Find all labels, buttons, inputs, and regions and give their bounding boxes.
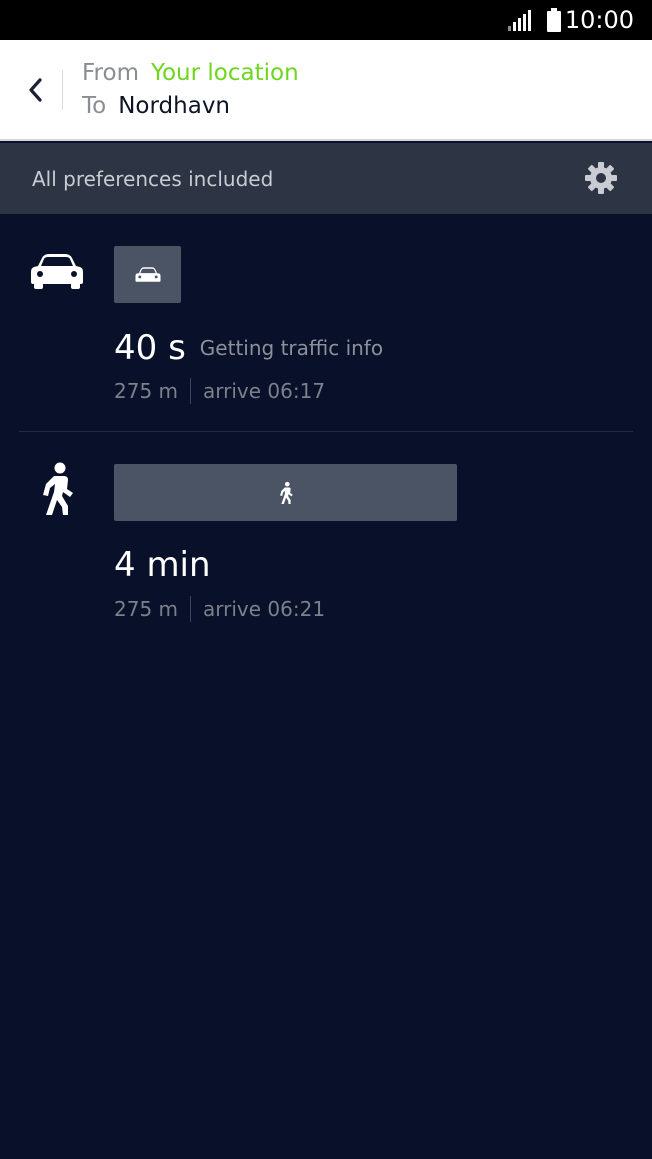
meta-divider	[190, 378, 192, 404]
walk-arrival: arrive 06:21	[203, 597, 326, 621]
back-button[interactable]	[18, 70, 54, 110]
car-duration-value: 40 s	[114, 328, 186, 368]
signal-icon	[508, 10, 531, 31]
walking-person-icon	[43, 462, 73, 515]
route-car[interactable]: 40 s Getting traffic info 275 m arrive 06…	[0, 214, 652, 431]
route-walk[interactable]: 4 min 275 m arrive 06:21	[0, 432, 652, 652]
walk-duration: 4 min	[114, 545, 211, 585]
gear-icon[interactable]	[583, 160, 619, 196]
to-row[interactable]: To Nordhavn	[82, 92, 230, 120]
status-time: 10:00	[564, 6, 634, 34]
route-header: From Your location To Nordhavn	[0, 40, 652, 141]
car-arrival: arrive 06:17	[203, 379, 326, 403]
car-meta: 275 m arrive 06:17	[114, 378, 325, 404]
traffic-status: Getting traffic info	[199, 336, 384, 360]
battery-icon	[547, 8, 561, 32]
walk-route-bar[interactable]	[114, 464, 457, 521]
from-row[interactable]: From Your location	[82, 59, 299, 87]
meta-divider	[190, 596, 192, 622]
car-icon	[134, 266, 161, 282]
from-label: From	[82, 60, 139, 86]
car-duration: 40 s Getting traffic info	[114, 328, 383, 368]
car-route-bar[interactable]	[114, 246, 181, 303]
car-icon	[31, 254, 83, 289]
from-value[interactable]: Your location	[151, 60, 299, 86]
status-bar: 10:00	[0, 0, 652, 40]
header-divider	[62, 70, 63, 110]
preferences-text: All preferences included	[32, 167, 274, 191]
to-label: To	[82, 93, 107, 119]
car-distance: 275 m	[114, 379, 179, 403]
chevron-left-icon	[29, 78, 42, 102]
walk-meta: 275 m arrive 06:21	[114, 596, 325, 622]
walk-distance: 275 m	[114, 597, 179, 621]
walking-person-icon	[279, 481, 293, 504]
walk-duration-value: 4 min	[114, 545, 211, 585]
to-value[interactable]: Nordhavn	[118, 93, 230, 119]
preferences-bar[interactable]: All preferences included	[0, 143, 652, 214]
